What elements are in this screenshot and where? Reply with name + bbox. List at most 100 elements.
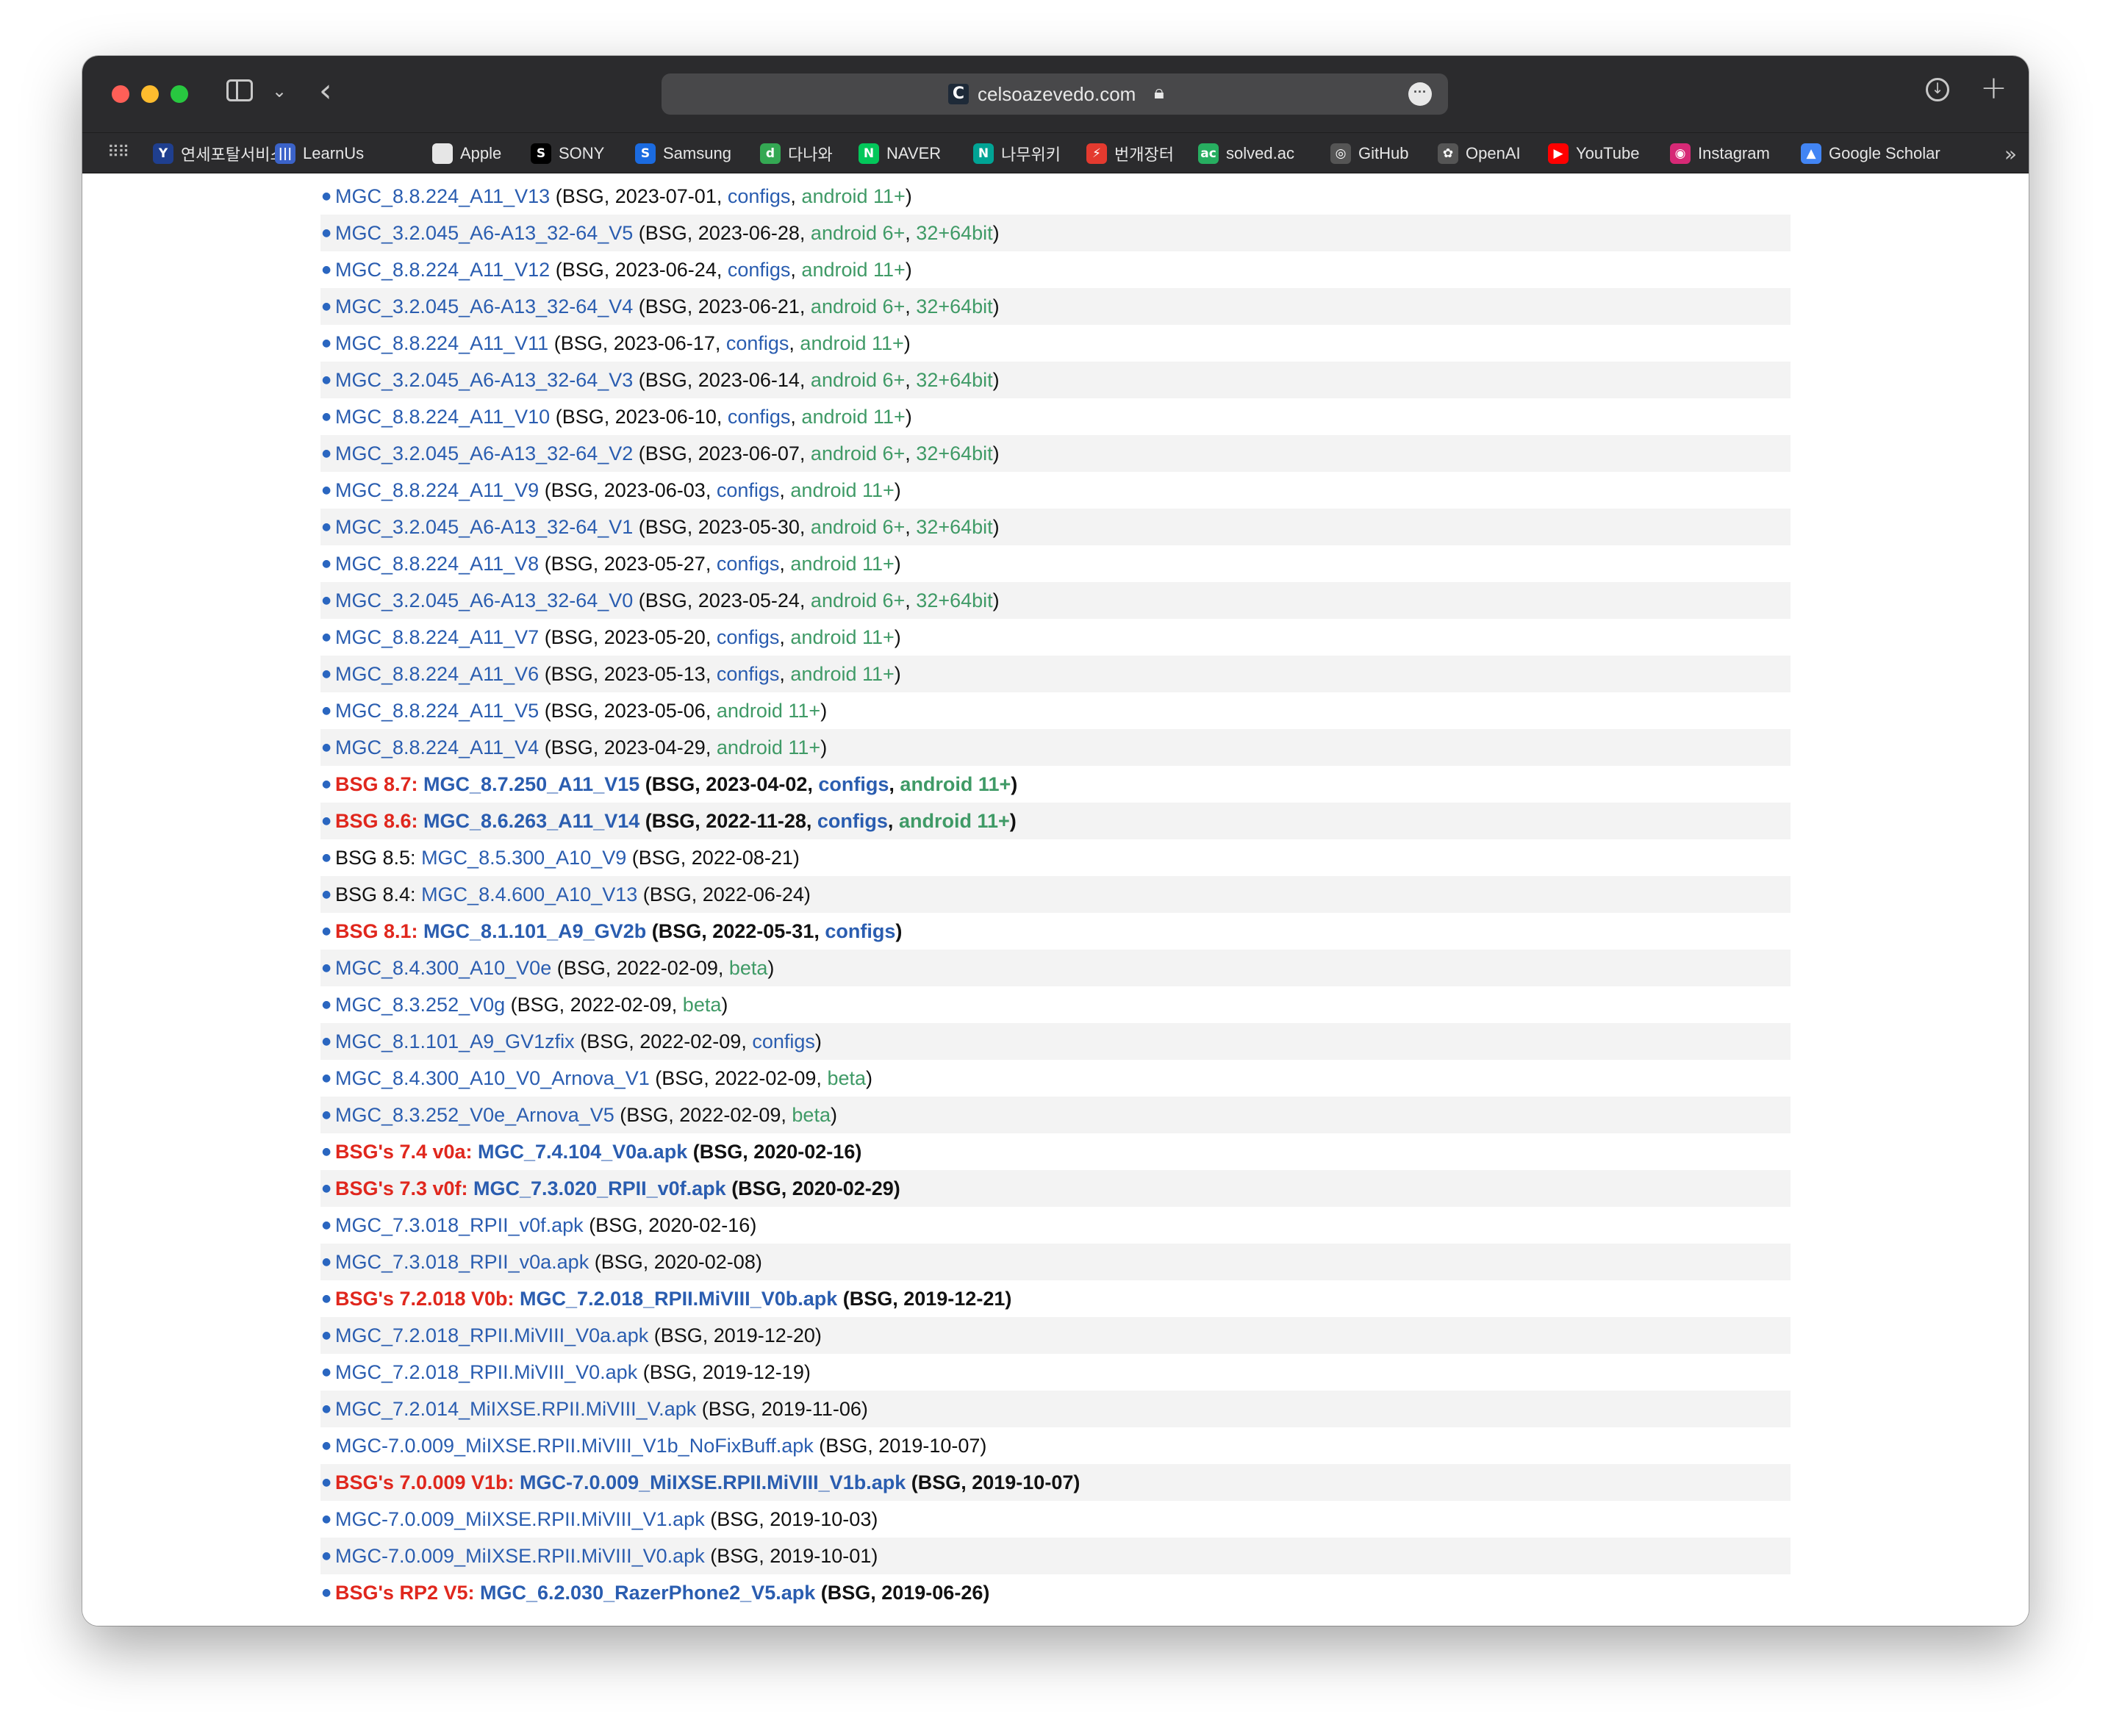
- bookmark-item[interactable]: ◉ Instagram: [1670, 142, 1770, 165]
- meta-text: (BSG, 2023-07-01,: [550, 185, 728, 207]
- download-link[interactable]: MGC_8.8.224_A11_V7: [335, 626, 539, 648]
- download-link[interactable]: MGC_7.3.018_RPII_v0a.apk: [335, 1251, 589, 1273]
- download-link[interactable]: configs: [817, 810, 888, 832]
- download-link[interactable]: configs: [825, 920, 895, 942]
- bookmark-item[interactable]: Apple: [432, 142, 501, 165]
- url-text[interactable]: celsoazevedo.com: [978, 83, 1136, 106]
- download-link[interactable]: configs: [717, 626, 780, 648]
- download-link[interactable]: MGC_7.3.018_RPII_v0f.apk: [335, 1214, 584, 1236]
- download-link[interactable]: MGC_3.2.045_A6-A13_32-64_V3: [335, 369, 633, 391]
- meta-text: ,: [889, 773, 900, 795]
- download-link[interactable]: MGC_8.5.300_A10_V9: [421, 847, 626, 869]
- bookmark-item[interactable]: d 다나와: [760, 142, 833, 165]
- site-favicon-icon: C: [948, 84, 969, 104]
- meta-text: ): [895, 920, 903, 942]
- sidebar-toggle-icon[interactable]: [226, 79, 253, 101]
- list-item: MGC_7.3.018_RPII_v0a.apk (BSG, 2020-02-0…: [320, 1244, 1791, 1280]
- download-link[interactable]: MGC_8.8.224_A11_V6: [335, 663, 539, 685]
- download-link[interactable]: MGC_7.2.014_MiIXSE.RPII.MiVIII_V.apk: [335, 1398, 696, 1420]
- meta-text: ): [814, 1030, 822, 1052]
- more-options-icon[interactable]: ···: [1408, 82, 1432, 106]
- new-tab-icon[interactable]: +: [1980, 69, 2007, 107]
- download-link[interactable]: MGC_8.8.224_A11_V8: [335, 553, 539, 575]
- download-link[interactable]: MGC_8.1.101_A9_GV1zfix: [335, 1030, 575, 1052]
- download-link[interactable]: MGC_3.2.045_A6-A13_32-64_V2: [335, 442, 633, 465]
- download-link[interactable]: MGC_8.6.263_A11_V14: [423, 810, 639, 832]
- bookmark-icon: |||: [275, 143, 295, 164]
- bookmark-label: 나무위키: [1001, 146, 1061, 164]
- bookmark-item[interactable]: ||| LearnUs: [275, 142, 364, 165]
- download-link[interactable]: configs: [752, 1030, 815, 1052]
- download-link[interactable]: MGC-7.0.009_MiIXSE.RPII.MiVIII_V0.apk: [335, 1545, 705, 1567]
- download-link[interactable]: MGC_3.2.045_A6-A13_32-64_V5: [335, 222, 633, 244]
- download-link[interactable]: configs: [728, 259, 791, 281]
- download-link[interactable]: configs: [726, 332, 789, 354]
- address-bar[interactable]: C celsoazevedo.com 🔒︎ ···: [662, 73, 1448, 115]
- download-link[interactable]: MGC_7.2.018_RPII.MiVIII_V0.apk: [335, 1361, 637, 1383]
- download-link[interactable]: MGC-7.0.009_MiIXSE.RPII.MiVIII_V1b.apk: [520, 1471, 906, 1493]
- download-link[interactable]: configs: [717, 479, 780, 501]
- download-link[interactable]: MGC_3.2.045_A6-A13_32-64_V0: [335, 589, 633, 611]
- download-link[interactable]: MGC_8.8.224_A11_V12: [335, 259, 550, 281]
- bookmark-item[interactable]: Y 연세포탈서비스: [153, 142, 285, 165]
- bookmark-item[interactable]: ▲ Google Scholar: [1801, 142, 1940, 165]
- download-link[interactable]: MGC_6.2.030_RazerPhone2_V5.apk: [480, 1582, 815, 1604]
- download-link[interactable]: MGC_7.2.018_RPII.MiVIII_V0a.apk: [335, 1324, 648, 1346]
- download-link[interactable]: configs: [728, 185, 791, 207]
- meta-text: ): [894, 479, 901, 501]
- close-window-button[interactable]: [112, 85, 129, 103]
- back-arrow-icon[interactable]: ‹: [319, 72, 332, 110]
- maximize-window-button[interactable]: [171, 85, 188, 103]
- download-link[interactable]: MGC_7.2.018_RPII.MiVIII_V0b.apk: [520, 1288, 837, 1310]
- download-link[interactable]: MGC_8.4.600_A10_V13: [421, 883, 637, 905]
- download-link[interactable]: MGC_7.3.020_RPII_v0f.apk: [473, 1177, 726, 1199]
- download-link[interactable]: configs: [818, 773, 889, 795]
- download-icon[interactable]: ↓: [1926, 78, 1949, 101]
- bookmark-label: solved.ac: [1226, 144, 1294, 162]
- bookmark-item[interactable]: S Samsung: [635, 142, 731, 165]
- download-link[interactable]: MGC_7.4.104_V0a.apk: [478, 1141, 687, 1163]
- chevron-down-icon[interactable]: ⌄: [272, 81, 287, 101]
- meta-text: ,: [905, 222, 917, 244]
- list-item: BSG 8.6: MGC_8.6.263_A11_V14 (BSG, 2022-…: [320, 803, 1791, 839]
- bookmark-item[interactable]: ✿ OpenAI: [1438, 142, 1521, 165]
- download-link[interactable]: MGC-7.0.009_MiIXSE.RPII.MiVIII_V1.apk: [335, 1508, 705, 1530]
- download-link[interactable]: MGC_8.8.224_A11_V5: [335, 700, 539, 722]
- download-link[interactable]: MGC_8.8.224_A11_V10: [335, 406, 550, 428]
- bookmark-item[interactable]: ◎ GitHub: [1330, 142, 1408, 165]
- list-item: BSG's RP2 V5: MGC_6.2.030_RazerPhone2_V5…: [320, 1574, 1791, 1611]
- meta-text: ): [905, 259, 912, 281]
- bookmark-item[interactable]: ⚡ 번개장터: [1086, 142, 1174, 165]
- meta-text: ,: [905, 295, 917, 318]
- grid-icon[interactable]: ⠿⠿: [107, 143, 129, 162]
- download-link[interactable]: MGC_8.3.252_V0g: [335, 994, 505, 1016]
- list-item: MGC_8.8.224_A11_V8 (BSG, 2023-05-27, con…: [320, 545, 1791, 582]
- bookmark-item[interactable]: ▶ YouTube: [1548, 142, 1639, 165]
- download-link[interactable]: configs: [717, 553, 780, 575]
- download-link[interactable]: MGC_3.2.045_A6-A13_32-64_V1: [335, 516, 633, 538]
- list-item: BSG's 7.0.009 V1b: MGC-7.0.009_MiIXSE.RP…: [320, 1464, 1791, 1501]
- bookmark-item[interactable]: ac solved.ac: [1198, 142, 1294, 165]
- download-link[interactable]: MGC_8.8.224_A11_V9: [335, 479, 539, 501]
- download-link[interactable]: configs: [728, 406, 791, 428]
- download-link[interactable]: MGC_8.8.224_A11_V4: [335, 736, 539, 758]
- minimize-window-button[interactable]: [141, 85, 159, 103]
- bookmark-item[interactable]: S SONY: [531, 142, 604, 165]
- download-link[interactable]: MGC_8.7.250_A11_V15: [423, 773, 639, 795]
- download-link[interactable]: MGC-7.0.009_MiIXSE.RPII.MiVIII_V1b_NoFix…: [335, 1435, 814, 1457]
- meta-text: ,: [905, 516, 917, 538]
- download-link[interactable]: configs: [717, 663, 780, 685]
- download-link[interactable]: MGC_8.4.300_A10_V0_Arnova_V1: [335, 1067, 650, 1089]
- download-link[interactable]: MGC_3.2.045_A6-A13_32-64_V4: [335, 295, 633, 318]
- bookmark-icon: S: [635, 143, 656, 164]
- download-link[interactable]: MGC_8.8.224_A11_V13: [335, 185, 550, 207]
- note-text: android 11+: [716, 700, 821, 722]
- download-link[interactable]: MGC_8.8.224_A11_V11: [335, 332, 548, 354]
- download-link[interactable]: MGC_8.4.300_A10_V0e: [335, 957, 551, 979]
- bookmark-item[interactable]: N 나무위키: [973, 142, 1061, 165]
- bookmarks-overflow-icon[interactable]: »: [2004, 142, 2017, 166]
- download-link[interactable]: MGC_8.3.252_V0e_Arnova_V5: [335, 1104, 614, 1126]
- note-text: beta: [827, 1067, 866, 1089]
- bookmark-item[interactable]: N NAVER: [859, 142, 941, 165]
- download-link[interactable]: MGC_8.1.101_A9_GV2b: [423, 920, 646, 942]
